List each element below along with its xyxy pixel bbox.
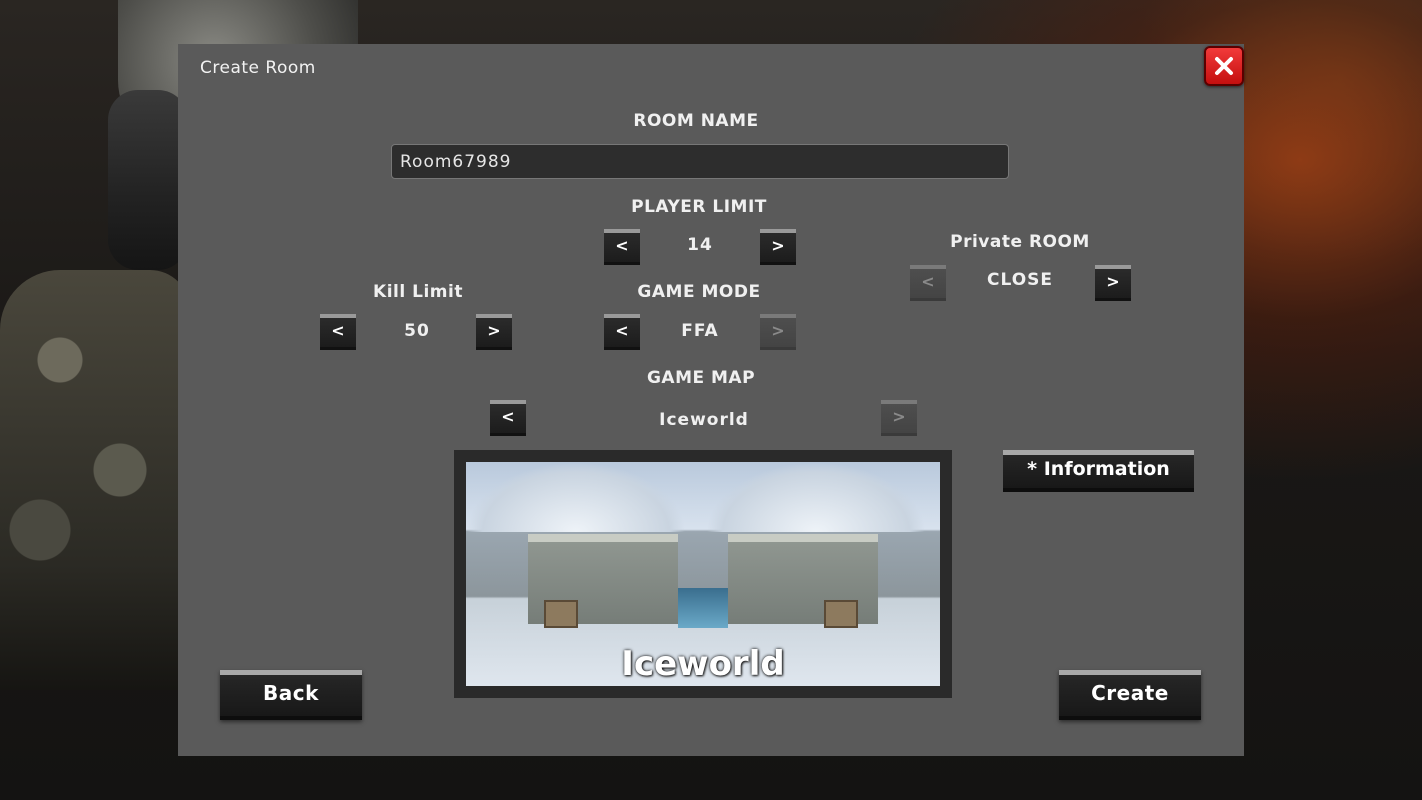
close-button[interactable] — [1204, 46, 1244, 86]
game-mode-value: FFA — [681, 321, 719, 341]
player-limit-prev-button[interactable]: < — [604, 229, 640, 265]
game-mode-label: GAME MODE — [637, 282, 761, 302]
player-limit-value: 14 — [687, 235, 713, 255]
create-room-dialog: Create Room ROOM NAME PLAYER LIMIT < 14 … — [178, 44, 1244, 756]
map-crate-left — [544, 600, 578, 628]
private-room-prev-button[interactable]: < — [910, 265, 946, 301]
map-mountain — [706, 462, 926, 532]
kill-limit-prev-button[interactable]: < — [320, 314, 356, 350]
dialog-title: Create Room — [200, 58, 316, 78]
game-mode-next-button[interactable]: > — [760, 314, 796, 350]
soldier-face — [108, 90, 188, 270]
game-map-next-button[interactable]: > — [881, 400, 917, 436]
game-map-label: GAME MAP — [646, 368, 756, 388]
information-button[interactable]: * Information — [1003, 450, 1194, 492]
map-water — [678, 588, 728, 628]
close-icon — [1215, 57, 1233, 75]
player-limit-next-button[interactable]: > — [760, 229, 796, 265]
private-room-label: Private ROOM — [950, 232, 1090, 252]
private-room-value: CLOSE — [986, 270, 1054, 290]
kill-limit-next-button[interactable]: > — [476, 314, 512, 350]
back-button[interactable]: Back — [220, 670, 362, 720]
kill-limit-value: 50 — [404, 321, 430, 341]
map-preview-image: Iceworld — [466, 462, 940, 686]
map-preview-frame: Iceworld — [454, 450, 952, 698]
soldier-body — [0, 270, 190, 690]
game-map-prev-button[interactable]: < — [490, 400, 526, 436]
game-map-value: Iceworld — [659, 410, 749, 430]
game-mode-prev-button[interactable]: < — [604, 314, 640, 350]
map-preview-caption: Iceworld — [621, 644, 785, 684]
map-crate-right — [824, 600, 858, 628]
room-name-label: ROOM NAME — [633, 111, 759, 131]
create-button[interactable]: Create — [1059, 670, 1201, 720]
map-mountain — [466, 462, 686, 532]
room-name-input[interactable] — [391, 144, 1009, 179]
player-limit-label: PLAYER LIMIT — [631, 197, 767, 217]
private-room-next-button[interactable]: > — [1095, 265, 1131, 301]
kill-limit-label: Kill Limit — [373, 282, 463, 302]
